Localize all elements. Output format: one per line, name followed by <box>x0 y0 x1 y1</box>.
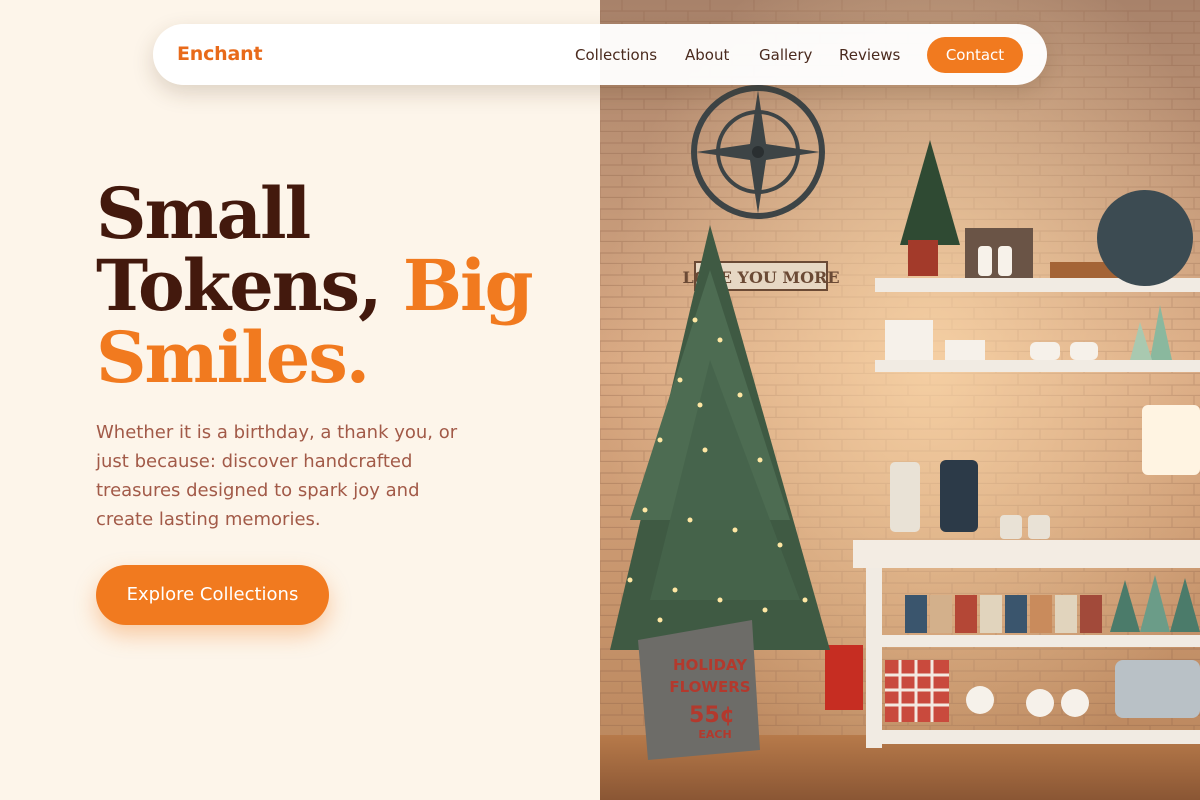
headline-line-3: Smiles. <box>96 316 370 399</box>
svg-text:HOLIDAY: HOLIDAY <box>673 656 748 674</box>
hero-left-panel <box>0 0 600 800</box>
nav-link-about[interactable]: About <box>685 46 729 64</box>
nav-link-gallery[interactable]: Gallery <box>759 46 812 64</box>
svg-text:FLOWERS: FLOWERS <box>669 678 750 696</box>
explore-collections-button[interactable]: Explore Collections <box>96 565 329 625</box>
counter-top <box>853 540 1200 568</box>
contact-button[interactable]: Contact <box>927 37 1023 73</box>
top-navbar: Enchant Collections About Gallery Review… <box>153 24 1047 85</box>
nav-link-collections[interactable]: Collections <box>575 46 657 64</box>
holiday-flowers-bucket: HOLIDAY FLOWERS 55¢ EACH <box>638 620 760 760</box>
hero-photo: LOVE YOU MORE HOLIDAY FLOWERS 55¢ EACH <box>600 0 1200 800</box>
compass-clock <box>691 85 825 219</box>
nav-link-reviews[interactable]: Reviews <box>839 46 900 64</box>
brand-logo[interactable]: Enchant <box>177 43 263 65</box>
svg-text:55¢: 55¢ <box>689 703 735 728</box>
headline-line-1: Small <box>96 172 311 255</box>
svg-text:EACH: EACH <box>698 728 731 741</box>
hero-headline: Small Tokens, Big Smiles. <box>96 178 534 394</box>
headline-line-2b: Big <box>402 244 534 327</box>
headline-line-2a: Tokens, <box>96 244 403 327</box>
hero-description: Whether it is a birthday, a thank you, o… <box>96 422 458 530</box>
shop-interior-image: LOVE YOU MORE HOLIDAY FLOWERS 55¢ EACH <box>600 0 1200 800</box>
middle-shelf <box>875 360 1200 372</box>
